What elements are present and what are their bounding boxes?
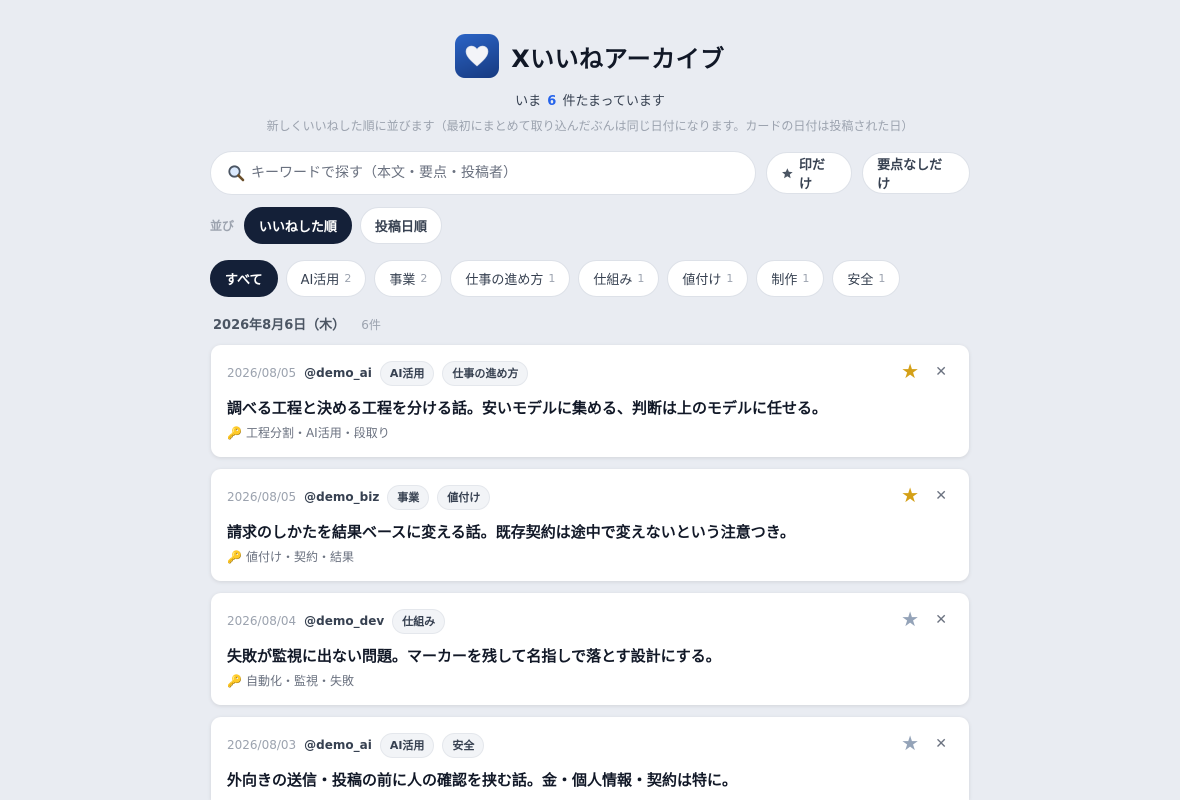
tag-filter-label: 仕事の進め方 (465, 272, 544, 288)
star-icon[interactable]: ★ (901, 483, 919, 507)
tag-filter-count: 1 (878, 271, 886, 285)
card-author[interactable]: @demo_ai (304, 366, 372, 380)
count-number: 6 (547, 94, 557, 109)
card-keywords: 🔑 値付け・契約・結果 (227, 548, 354, 565)
group-date: 2026年8月6日（木） (213, 318, 346, 333)
like-card[interactable]: 2026/08/05 @demo_biz 事業 値付け ★ ✕ 請求のしかたを結… (211, 469, 969, 581)
card-keywords-text: 自動化・監視・失敗 (245, 674, 354, 688)
tag-filter-count: 2 (420, 271, 428, 285)
tag-filter-all[interactable]: すべて (210, 259, 278, 297)
tag-filter-label: 制作 (771, 272, 798, 288)
sort-label: 並び (210, 218, 235, 233)
search-box[interactable] (210, 151, 757, 195)
starred-only-label: 印だけ (799, 158, 826, 192)
sort-option-posted[interactable]: 投稿日順 (360, 206, 443, 244)
archive-count: いま 6 件たまっています (0, 90, 1180, 109)
tag-filter-label: AI活用 (300, 272, 340, 288)
title-row: Xいいねアーカイブ (0, 34, 1180, 78)
tag-filter-ai[interactable]: AI活用 2 (285, 259, 367, 297)
close-icon[interactable]: ✕ (935, 736, 947, 752)
search-row: 印だけ 要点なしだけ (210, 151, 970, 195)
search-input[interactable] (251, 165, 740, 181)
tag-filter-row: すべて AI活用 2 事業 2 仕事の進め方 1 仕組み 1 値付け 1 制作 … (210, 259, 901, 297)
tag-filter-workflow[interactable]: 仕事の進め方 1 (450, 259, 571, 297)
star-icon (782, 167, 794, 178)
count-prefix: いま (515, 94, 542, 109)
tag-filter-count: 1 (802, 271, 810, 285)
header: Xいいねアーカイブ いま 6 件たまっています 新しくいいねした順に並びます（最… (0, 34, 1180, 134)
card-text: 外向きの送信・投稿の前に人の確認を挟む話。金・個人情報・契約は特に。 (227, 771, 738, 789)
close-icon[interactable]: ✕ (935, 364, 947, 380)
no-summary-only-button[interactable]: 要点なしだけ (862, 152, 970, 194)
card-meta: 2026/08/04 @demo_dev 仕組み (227, 608, 446, 634)
tag-filter-pricing[interactable]: 値付け 1 (667, 259, 749, 297)
star-icon[interactable]: ★ (901, 731, 919, 755)
tag-filter-production[interactable]: 制作 1 (756, 259, 825, 297)
card-meta: 2026/08/05 @demo_ai AI活用 仕事の進め方 (227, 360, 529, 386)
search-icon (228, 165, 245, 182)
card-keywords-text: 工程分割・AI活用・段取り (245, 426, 390, 440)
starred-only-button[interactable]: 印だけ (766, 152, 853, 194)
card-tag[interactable]: 仕組み (392, 608, 446, 634)
star-icon[interactable]: ★ (901, 607, 919, 631)
card-tag[interactable]: 事業 (387, 484, 430, 510)
card-tag[interactable]: AI活用 (379, 360, 435, 386)
card-tag[interactable]: AI活用 (379, 732, 435, 758)
card-date: 2026/08/03 (227, 738, 297, 752)
tag-filter-label: すべて (225, 272, 263, 288)
tag-filter-label: 安全 (847, 272, 874, 288)
sort-option-label: いいねした順 (259, 219, 338, 235)
card-author[interactable]: @demo_biz (304, 490, 379, 504)
card-text: 請求のしかたを結果ベースに変える話。既存契約は途中で変えないという注意つき。 (227, 523, 796, 541)
like-card[interactable]: 2026/08/03 @demo_ai AI活用 安全 ★ ✕ 外向きの送信・投… (211, 717, 969, 800)
key-icon: 🔑 (227, 673, 242, 688)
card-keywords-text: 値付け・契約・結果 (245, 550, 354, 564)
tag-filter-label: 仕組み (593, 272, 633, 288)
group-count: 6件 (361, 318, 381, 332)
card-author[interactable]: @demo_dev (304, 614, 384, 628)
like-card[interactable]: 2026/08/04 @demo_dev 仕組み ★ ✕ 失敗が監視に出ない問題… (211, 593, 969, 705)
tag-filter-count: 1 (548, 271, 556, 285)
no-summary-only-label: 要点なしだけ (877, 158, 943, 192)
close-icon[interactable]: ✕ (935, 488, 947, 504)
key-icon: 🔑 (227, 549, 242, 564)
heart-icon (465, 45, 489, 67)
card-date: 2026/08/05 (227, 366, 297, 380)
tag-filter-label: 事業 (389, 272, 416, 288)
tag-filter-count: 2 (344, 271, 352, 285)
card-date: 2026/08/05 (227, 490, 297, 504)
sort-hint: 新しくいいねした順に並びます（最初にまとめて取り込んだぶんは同じ日付になります。… (266, 119, 914, 133)
count-suffix: 件たまっています (562, 94, 665, 109)
card-tag[interactable]: 値付け (437, 484, 491, 510)
key-icon: 🔑 (227, 425, 242, 440)
card-meta: 2026/08/03 @demo_ai AI活用 安全 (227, 732, 485, 758)
card-text: 調べる工程と決める工程を分ける話。安いモデルに集める、判断は上のモデルに任せる。 (227, 399, 828, 417)
tag-filter-count: 1 (637, 271, 645, 285)
card-meta: 2026/08/05 @demo_biz 事業 値付け (227, 484, 491, 510)
tag-filter-count: 1 (726, 271, 734, 285)
sort-row: 並び いいねした順 投稿日順 (210, 206, 443, 244)
tag-filter-systems[interactable]: 仕組み 1 (578, 259, 660, 297)
app-logo (455, 34, 500, 78)
star-icon[interactable]: ★ (901, 359, 919, 383)
app-root: Xいいねアーカイブ いま 6 件たまっています 新しくいいねした順に並びます（最… (0, 0, 1180, 800)
card-text: 失敗が監視に出ない問題。マーカーを残して名指しで落とす設計にする。 (227, 647, 721, 665)
card-keywords: 🔑 工程分割・AI活用・段取り (227, 424, 390, 441)
like-card[interactable]: 2026/08/05 @demo_ai AI活用 仕事の進め方 ★ ✕ 調べる工… (211, 345, 969, 457)
card-tag[interactable]: 仕事の進め方 (442, 360, 529, 386)
card-author[interactable]: @demo_ai (304, 738, 372, 752)
tag-filter-business[interactable]: 事業 2 (374, 259, 443, 297)
card-tag[interactable]: 安全 (442, 732, 485, 758)
card-date: 2026/08/04 (227, 614, 297, 628)
close-icon[interactable]: ✕ (935, 612, 947, 628)
sort-option-liked[interactable]: いいねした順 (244, 206, 353, 244)
date-group-heading: 2026年8月6日（木） 6件 (213, 314, 381, 333)
card-keywords: 🔑 自動化・監視・失敗 (227, 672, 354, 689)
sort-option-label: 投稿日順 (375, 219, 428, 235)
page-title: Xいいねアーカイブ (511, 44, 725, 73)
tag-filter-label: 値付け (682, 272, 722, 288)
tag-filter-safety[interactable]: 安全 1 (832, 259, 901, 297)
